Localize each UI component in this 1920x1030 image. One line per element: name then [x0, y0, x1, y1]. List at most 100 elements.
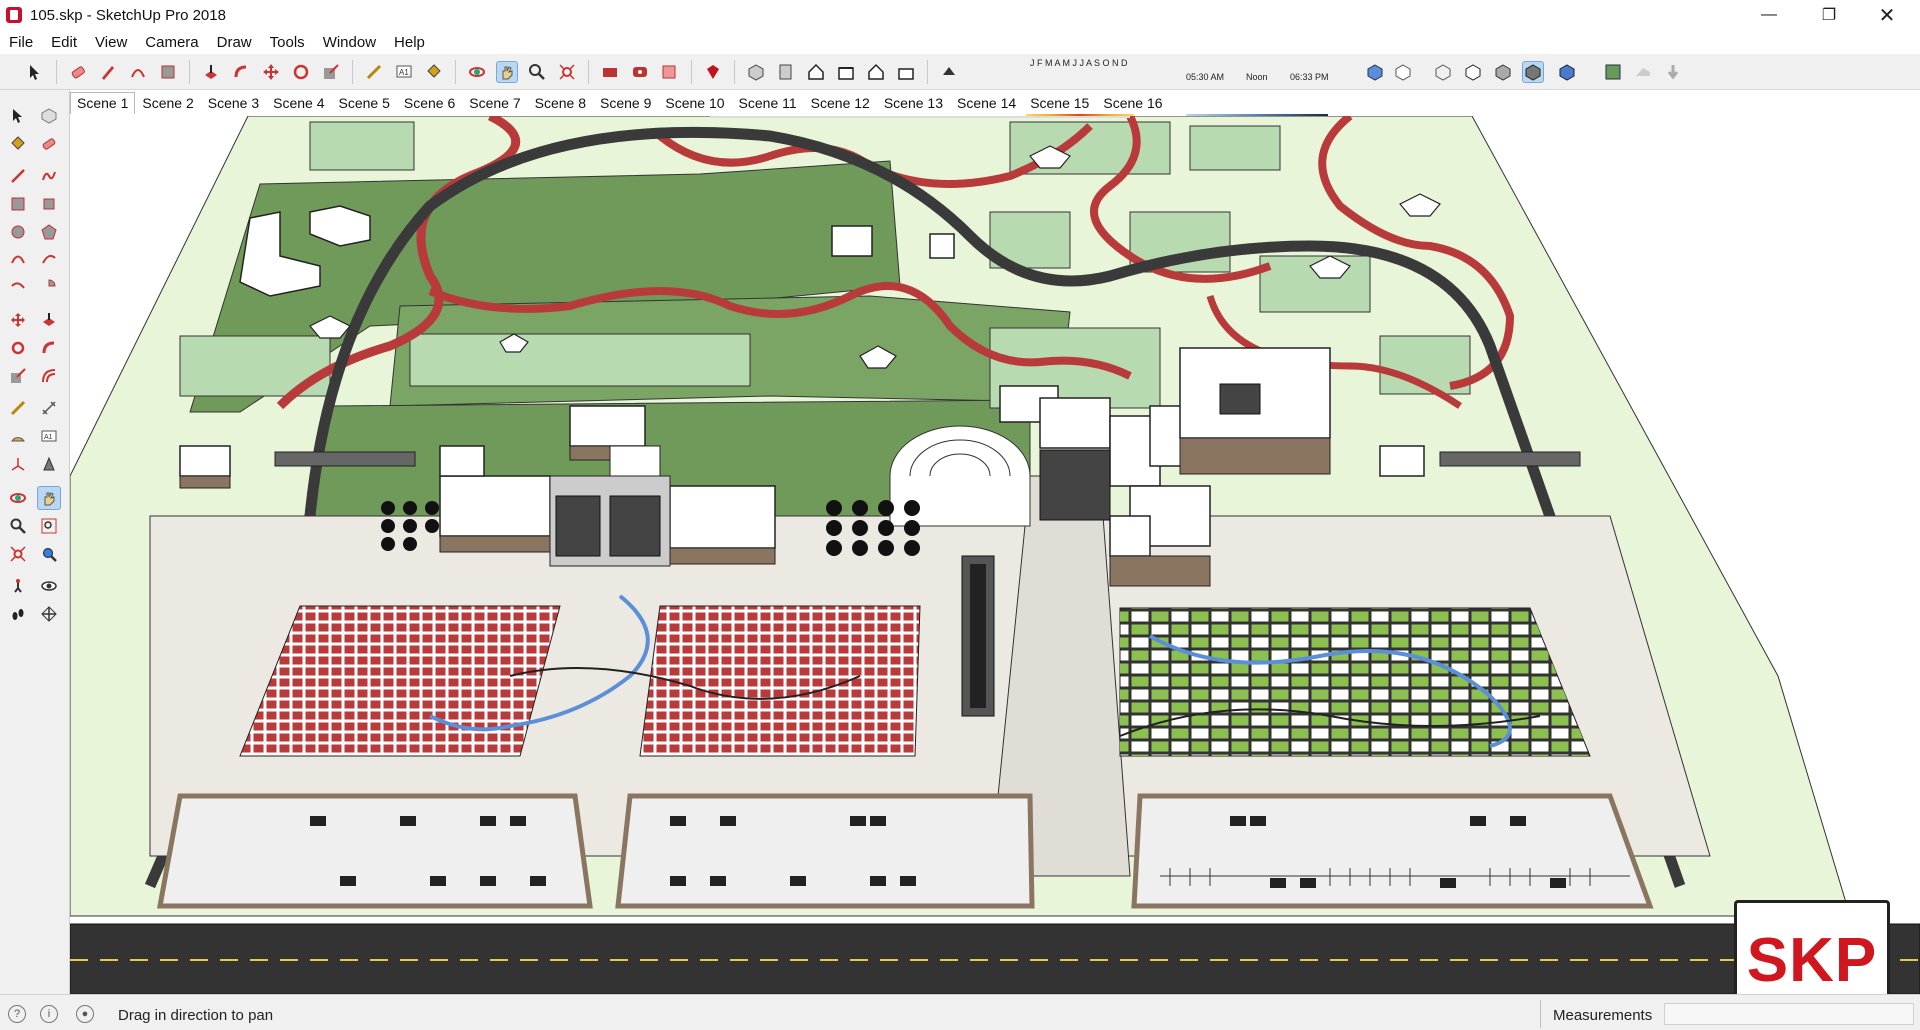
warehouse-icon[interactable]	[599, 61, 621, 83]
protractor-icon[interactable]	[6, 424, 30, 448]
circle-icon[interactable]	[6, 220, 30, 244]
position-camera-icon[interactable]	[6, 574, 30, 598]
xray-icon[interactable]	[1364, 61, 1386, 83]
move-icon[interactable]	[260, 61, 282, 83]
text-icon[interactable]: A1	[37, 424, 61, 448]
monochrome-icon[interactable]	[1556, 61, 1578, 83]
menu-window[interactable]: Window	[314, 34, 385, 51]
top-view-icon[interactable]	[775, 61, 797, 83]
scene-tab[interactable]: Scene 10	[658, 92, 731, 114]
rectangle-icon[interactable]	[6, 192, 30, 216]
scene-tab[interactable]: Scene 1	[70, 92, 136, 114]
menu-tools[interactable]: Tools	[261, 34, 314, 51]
geo-location-status-icon[interactable]: ?	[8, 1005, 26, 1023]
close-button[interactable]: ✕	[1864, 0, 1910, 30]
menu-file[interactable]: File	[0, 34, 42, 51]
eraser-icon[interactable]	[67, 61, 89, 83]
arc-icon[interactable]	[127, 61, 149, 83]
menu-help[interactable]: Help	[385, 34, 434, 51]
text-icon[interactable]: A1	[393, 61, 415, 83]
menu-camera[interactable]: Camera	[136, 34, 207, 51]
scene-tab[interactable]: Scene 4	[266, 92, 331, 114]
front-view-icon[interactable]	[805, 61, 827, 83]
follow-me-icon[interactable]	[230, 61, 252, 83]
axes-icon[interactable]	[6, 452, 30, 476]
line-icon[interactable]	[6, 164, 30, 188]
scene-tab[interactable]: Scene 9	[593, 92, 658, 114]
look-around-icon[interactable]	[37, 574, 61, 598]
scene-tab[interactable]: Scene 2	[135, 92, 200, 114]
zoom-icon[interactable]	[6, 514, 30, 538]
scene-tab[interactable]: Scene 15	[1023, 92, 1096, 114]
eraser-icon[interactable]	[37, 132, 61, 156]
select-icon[interactable]	[6, 104, 30, 128]
add-location-icon[interactable]	[1662, 61, 1684, 83]
follow-me-icon[interactable]	[37, 336, 61, 360]
left-view-icon[interactable]	[895, 61, 917, 83]
zoom-extents-icon[interactable]	[556, 61, 578, 83]
user-account-icon[interactable]: ●	[76, 1005, 94, 1023]
scene-tab[interactable]: Scene 7	[462, 92, 527, 114]
freehand-icon[interactable]	[37, 164, 61, 188]
orbit-icon[interactable]	[466, 61, 488, 83]
rectangle-icon[interactable]	[157, 61, 179, 83]
hidden-line-icon[interactable]	[1462, 61, 1484, 83]
two-point-arc-icon[interactable]	[37, 246, 61, 270]
scene-tab[interactable]: Scene 13	[877, 92, 950, 114]
sandbox-icon[interactable]	[1632, 61, 1654, 83]
back-view-icon[interactable]	[865, 61, 887, 83]
rotate-icon[interactable]	[6, 336, 30, 360]
zoom-extents-icon[interactable]	[6, 542, 30, 566]
ruby-icon[interactable]	[702, 61, 724, 83]
scene-tab[interactable]: Scene 8	[528, 92, 593, 114]
rotated-rectangle-icon[interactable]	[37, 192, 61, 216]
tape-measure-icon[interactable]	[6, 396, 30, 420]
back-edges-icon[interactable]	[1392, 61, 1414, 83]
info-status-icon[interactable]: i	[40, 1005, 58, 1023]
arc-icon[interactable]	[6, 246, 30, 270]
pan-icon[interactable]	[37, 486, 61, 510]
extension-warehouse-icon[interactable]	[629, 61, 651, 83]
shadows-icon[interactable]	[938, 61, 960, 83]
scene-tab[interactable]: Scene 5	[332, 92, 397, 114]
menu-edit[interactable]: Edit	[42, 34, 86, 51]
iso-view-icon[interactable]	[745, 61, 767, 83]
measurements-input[interactable]	[1664, 1003, 1914, 1025]
tape-measure-icon[interactable]	[363, 61, 385, 83]
scene-tab[interactable]: Scene 11	[732, 92, 804, 114]
zoom-icon[interactable]	[526, 61, 548, 83]
pie-icon[interactable]	[37, 274, 61, 298]
offset-icon[interactable]	[37, 364, 61, 388]
paint-bucket-icon[interactable]	[6, 132, 30, 156]
select-icon[interactable]	[24, 61, 46, 83]
scale-icon[interactable]	[6, 364, 30, 388]
push-pull-icon[interactable]	[37, 308, 61, 332]
scene-tab[interactable]: Scene 14	[950, 92, 1023, 114]
previous-view-icon[interactable]	[37, 542, 61, 566]
maximize-button[interactable]: ❐	[1806, 0, 1852, 30]
shaded-icon[interactable]	[1492, 61, 1514, 83]
move-icon[interactable]	[6, 308, 30, 332]
push-pull-icon[interactable]	[200, 61, 222, 83]
scene-tab[interactable]: Scene 3	[201, 92, 266, 114]
orbit-icon[interactable]	[6, 486, 30, 510]
wireframe-icon[interactable]	[1432, 61, 1454, 83]
walk-icon[interactable]	[6, 602, 30, 626]
three-point-arc-icon[interactable]	[6, 274, 30, 298]
scene-tab[interactable]: Scene 6	[397, 92, 462, 114]
pencil-icon[interactable]	[97, 61, 119, 83]
zoom-window-icon[interactable]	[37, 514, 61, 538]
geo-location-icon[interactable]	[1602, 61, 1624, 83]
rotate-icon[interactable]	[290, 61, 312, 83]
make-component-icon[interactable]	[37, 104, 61, 128]
scene-tab[interactable]: Scene 16	[1096, 92, 1169, 114]
minimize-button[interactable]: —	[1746, 0, 1792, 30]
menu-view[interactable]: View	[86, 34, 136, 51]
layout-icon[interactable]	[659, 61, 681, 83]
menu-draw[interactable]: Draw	[208, 34, 261, 51]
polygon-icon[interactable]	[37, 220, 61, 244]
shaded-texture-icon[interactable]	[1522, 60, 1544, 83]
scale-icon[interactable]	[320, 61, 342, 83]
model-viewport[interactable]	[70, 116, 1920, 994]
scene-tab[interactable]: Scene 12	[804, 92, 877, 114]
